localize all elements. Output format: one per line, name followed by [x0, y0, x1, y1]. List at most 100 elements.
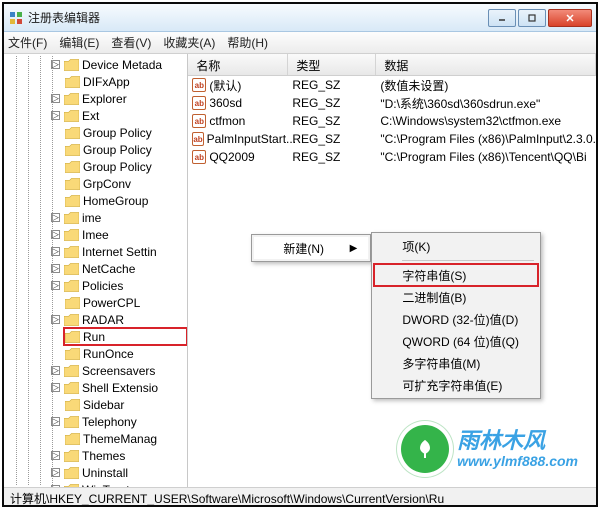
- tree-item[interactable]: ThemeManag: [64, 430, 187, 447]
- value-data: "C:\Program Files (x86)\Tencent\QQ\Bi: [376, 150, 596, 164]
- tree-item-label: HomeGroup: [83, 194, 148, 208]
- menu-file[interactable]: 文件(F): [8, 34, 47, 51]
- value-type: REG_SZ: [288, 114, 376, 128]
- minimize-button[interactable]: [488, 9, 516, 27]
- context-item[interactable]: DWORD (32-位)值(D): [374, 308, 538, 330]
- watermark-badge-icon: [401, 425, 449, 473]
- value-name: PalmInputStart...: [207, 132, 296, 146]
- tree-item-label: Uninstall: [82, 466, 128, 480]
- context-item[interactable]: 项(K): [374, 235, 538, 257]
- context-item[interactable]: 可扩充字符串值(E): [374, 374, 538, 396]
- tree-item-label: Policies: [82, 279, 123, 293]
- tree-item[interactable]: ▷RADAR: [64, 311, 187, 328]
- tree-item[interactable]: Run: [64, 328, 187, 345]
- window-title: 注册表编辑器: [28, 9, 488, 26]
- tree-item-label: Sidebar: [83, 398, 124, 412]
- list-row[interactable]: abPalmInputStart...REG_SZ"C:\Program Fil…: [188, 130, 596, 148]
- app-icon: [8, 10, 24, 26]
- tree-item[interactable]: ▷Uninstall: [64, 464, 187, 481]
- tree-item[interactable]: ▷Imee: [64, 226, 187, 243]
- tree-item-label: GrpConv: [83, 177, 131, 191]
- col-name[interactable]: 名称: [188, 54, 288, 75]
- col-data[interactable]: 数据: [376, 54, 596, 75]
- tree-item[interactable]: ▷Screensavers: [64, 362, 187, 379]
- context-item[interactable]: 二进制值(B): [374, 286, 538, 308]
- value-name: QQ2009: [209, 150, 254, 164]
- tree-item[interactable]: ▷Policies: [64, 277, 187, 294]
- tree-item[interactable]: HomeGroup: [64, 192, 187, 209]
- string-value-icon: ab: [192, 78, 206, 92]
- context-new-label: 新建(N): [283, 240, 324, 257]
- watermark-url: www.ylmf888.com: [457, 453, 578, 469]
- menu-favorites[interactable]: 收藏夹(A): [163, 34, 215, 51]
- tree-item[interactable]: ▷Themes: [64, 447, 187, 464]
- context-item[interactable]: 字符串值(S): [374, 264, 538, 286]
- tree-item[interactable]: Group Policy: [64, 141, 187, 158]
- string-value-icon: ab: [192, 96, 206, 110]
- tree-item-label: Telephony: [82, 415, 137, 429]
- tree-item-label: DIFxApp: [83, 75, 130, 89]
- menu-separator: [402, 260, 534, 261]
- string-value-icon: ab: [192, 132, 203, 146]
- tree-item[interactable]: ▷NetCache: [64, 260, 187, 277]
- tree-item[interactable]: PowerCPL: [64, 294, 187, 311]
- tree-item[interactable]: ▷Device Metada: [64, 56, 187, 73]
- tree-item[interactable]: GrpConv: [64, 175, 187, 192]
- tree-item-label: Internet Settin: [82, 245, 157, 259]
- list-row[interactable]: abQQ2009 REG_SZ"C:\Program Files (x86)\Te…: [188, 148, 596, 166]
- value-name: (默认): [209, 77, 241, 94]
- value-type: REG_SZ: [288, 150, 376, 164]
- context-item[interactable]: QWORD (64 位)值(Q): [374, 330, 538, 352]
- tree-item-label: RADAR: [82, 313, 124, 327]
- close-button[interactable]: [548, 9, 592, 27]
- menu-edit[interactable]: 编辑(E): [59, 34, 99, 51]
- string-value-icon: ab: [192, 150, 206, 164]
- list-row[interactable]: ab360sdREG_SZ"D:\系统\360sd\360sdrun.exe": [188, 94, 596, 112]
- value-data: "D:\系统\360sd\360sdrun.exe": [376, 95, 596, 112]
- value-data: C:\Windows\system32\ctfmon.exe: [376, 114, 596, 128]
- value-type: REG_SZ: [288, 78, 376, 92]
- watermark: 雨林木风 www.ylmf888.com: [401, 425, 578, 473]
- tree-item-label: Group Policy: [83, 143, 152, 157]
- list-header: 名称 类型 数据: [188, 54, 596, 76]
- menu-view[interactable]: 查看(V): [111, 34, 151, 51]
- value-name: 360sd: [209, 96, 242, 110]
- tree-item[interactable]: ▷Shell Extensio: [64, 379, 187, 396]
- tree-item[interactable]: ▷Telephony: [64, 413, 187, 430]
- tree-item-label: Screensavers: [82, 364, 155, 378]
- list-row[interactable]: abctfmon REG_SZC:\Windows\system32\ctfmon…: [188, 112, 596, 130]
- value-name: ctfmon: [209, 114, 245, 128]
- context-item[interactable]: 多字符串值(M): [374, 352, 538, 374]
- tree-item-label: NetCache: [82, 262, 135, 276]
- statusbar: 计算机\HKEY_CURRENT_USER\Software\Microsoft…: [4, 487, 596, 505]
- string-value-icon: ab: [192, 114, 206, 128]
- tree-item[interactable]: ▷Explorer: [64, 90, 187, 107]
- col-type[interactable]: 类型: [288, 54, 376, 75]
- context-menu-new: 项(K) 字符串值(S)二进制值(B)DWORD (32-位)值(D)QWORD …: [371, 232, 541, 399]
- tree-item[interactable]: DIFxApp: [64, 73, 187, 90]
- list-row[interactable]: ab(默认) REG_SZ(数值未设置): [188, 76, 596, 94]
- maximize-button[interactable]: [518, 9, 546, 27]
- context-item-new[interactable]: 新建(N) ▶: [254, 237, 368, 259]
- tree-item-label: Imee: [82, 228, 109, 242]
- list-pane: 名称 类型 数据 ab(默认)REG_SZ(数值未设置)ab360sdREG_S…: [188, 54, 596, 487]
- tree-item-label: PowerCPL: [83, 296, 140, 310]
- tree-item-label: Themes: [82, 449, 125, 463]
- tree-item[interactable]: ▷ime: [64, 209, 187, 226]
- tree-item[interactable]: Sidebar: [64, 396, 187, 413]
- tree-item[interactable]: ▷Internet Settin: [64, 243, 187, 260]
- tree-item-label: Explorer: [82, 92, 127, 106]
- tree-item-label: RunOnce: [83, 347, 134, 361]
- tree-item-label: Group Policy: [83, 126, 152, 140]
- tree-pane: ▷Device Metada DIFxApp▷Explorer▷Ext Group …: [4, 54, 188, 487]
- watermark-brand: 雨林木风: [457, 429, 578, 453]
- tree-item-label: Run: [83, 330, 105, 344]
- titlebar: 注册表编辑器: [4, 4, 596, 32]
- tree-item[interactable]: Group Policy: [64, 124, 187, 141]
- tree-item[interactable]: ▷Ext: [64, 107, 187, 124]
- tree-item[interactable]: Group Policy: [64, 158, 187, 175]
- menu-help[interactable]: 帮助(H): [227, 34, 268, 51]
- tree-item[interactable]: RunOnce: [64, 345, 187, 362]
- value-data: (数值未设置): [376, 77, 596, 94]
- tree-item-label: Group Policy: [83, 160, 152, 174]
